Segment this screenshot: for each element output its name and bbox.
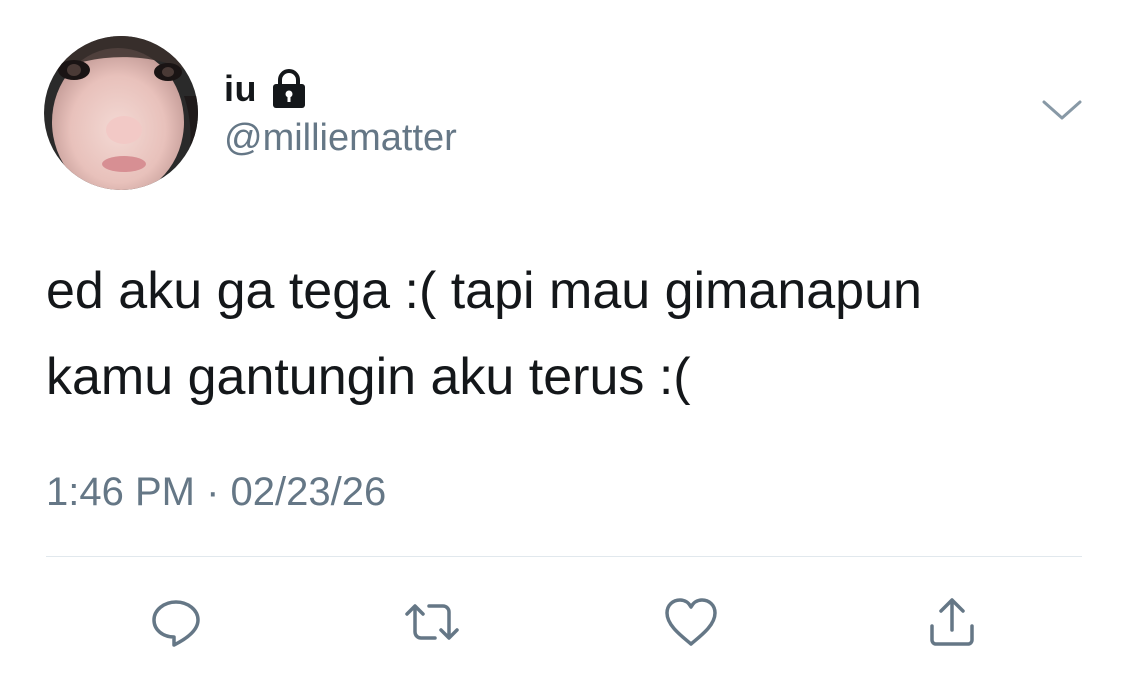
chevron-down-icon[interactable]: [1038, 94, 1086, 126]
tweet-text-line: ed aku ga tega :( tapi mau gimanapun: [46, 262, 922, 320]
tweet-timestamp[interactable]: 1:46 PM · 02/23/26: [46, 470, 386, 515]
reply-icon: [146, 592, 206, 657]
retweet-button[interactable]: [400, 592, 464, 656]
like-button[interactable]: [659, 592, 723, 656]
retweet-icon: [399, 592, 465, 657]
avatar-photo: [44, 36, 198, 190]
share-button[interactable]: [920, 592, 984, 656]
display-name-row: iu: [224, 64, 311, 114]
display-name[interactable]: iu: [224, 68, 257, 110]
user-handle[interactable]: @milliematter: [224, 117, 457, 160]
reply-button[interactable]: [144, 592, 208, 656]
share-icon: [922, 592, 982, 657]
divider: [46, 556, 1082, 557]
tweet-text: ed aku ga tega :( tapi mau gimanapun kam…: [46, 248, 1096, 420]
avatar[interactable]: [44, 36, 198, 190]
like-icon: [659, 592, 723, 657]
tweet-text-line: kamu gantungin aku terus :(: [46, 348, 691, 406]
lock-icon: [267, 67, 311, 111]
tweet-card: iu @milliematter ed aku ga tega :( tapi …: [0, 0, 1125, 691]
